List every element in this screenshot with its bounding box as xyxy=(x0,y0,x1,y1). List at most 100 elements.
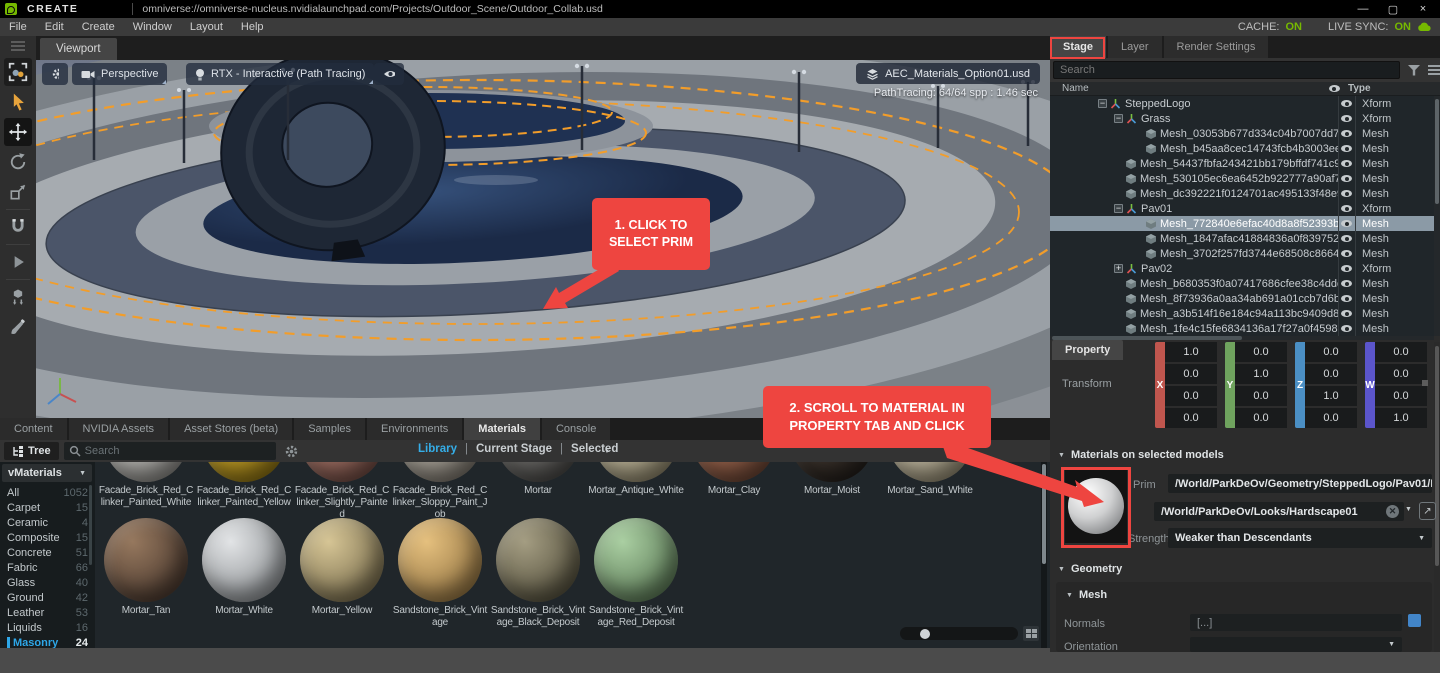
matrix-value-field[interactable]: 1.0 xyxy=(1305,386,1357,406)
camera-selector[interactable]: Perspective xyxy=(72,63,167,85)
category-item[interactable]: Ceramic 4 xyxy=(0,515,95,530)
visibility-eye-icon[interactable] xyxy=(1338,276,1354,291)
material-card[interactable]: Mortar_Clay xyxy=(685,462,783,521)
visibility-eye-icon[interactable] xyxy=(1338,216,1354,231)
category-item[interactable]: Leather 53 xyxy=(0,605,95,620)
stage-row[interactable]: Mesh_772840e6efac40d8a8f52393b1fc21 Mesh xyxy=(1050,216,1434,231)
thumbnail-size-slider[interactable] xyxy=(900,627,1018,640)
eye-icon[interactable] xyxy=(1329,85,1340,92)
expander-toggle[interactable]: − xyxy=(1114,204,1123,213)
collection-dropdown[interactable]: vMaterials ▼ xyxy=(2,464,92,482)
material-card[interactable]: Mortar xyxy=(489,462,587,521)
matrix-value-field[interactable]: 0.0 xyxy=(1305,364,1357,384)
minimize[interactable]: — xyxy=(1356,3,1370,15)
material-card[interactable]: Facade_Brick_Red_Clinker_Sloppy_Paint_Jo… xyxy=(391,462,489,521)
maximize[interactable]: ▢ xyxy=(1386,3,1400,16)
filter-funnel-icon[interactable] xyxy=(1408,65,1420,76)
stage-row[interactable]: Mesh_8f73936a0aa34ab691a01ccb7d6b4974 Me… xyxy=(1050,291,1434,306)
material-thumbnail[interactable] xyxy=(888,462,972,482)
orientation-dropdown[interactable]: ▼ xyxy=(1190,637,1402,652)
visibility-eye-icon[interactable] xyxy=(1338,186,1354,201)
stage-row[interactable]: − Pav01 Xform xyxy=(1050,201,1434,216)
move-tool[interactable] xyxy=(4,118,32,146)
visibility-eye-icon[interactable] xyxy=(1338,141,1354,156)
stage-row[interactable]: Mesh_a3b514f16e184c94a113bc9409d84755 Me… xyxy=(1050,306,1434,321)
browser-tab[interactable]: NVIDIA Assets xyxy=(69,418,169,440)
browser-tab[interactable]: Content xyxy=(0,418,67,440)
viewport-settings-button[interactable] xyxy=(42,63,68,85)
material-thumbnail[interactable] xyxy=(594,462,678,482)
paint-tool[interactable] xyxy=(4,313,32,341)
visibility-eye-icon[interactable] xyxy=(1338,231,1354,246)
gear-icon[interactable] xyxy=(284,444,299,459)
material-card[interactable]: Mortar_Antique_White xyxy=(587,462,685,521)
selection-mode-tool[interactable] xyxy=(4,58,32,86)
stage-row[interactable]: + Pav02 Xform xyxy=(1050,261,1434,276)
material-card[interactable]: Sandstone_Brick_Vintage xyxy=(391,518,489,629)
slider-knob[interactable] xyxy=(920,629,930,639)
material-card[interactable]: Sandstone_Brick_Vintage_Red_Deposit xyxy=(587,518,685,629)
stage-row[interactable]: Mesh_b45aa8cec14743fcb4b3003eea09f Mesh xyxy=(1050,141,1434,156)
material-thumbnail[interactable] xyxy=(202,462,286,482)
stage-row[interactable]: Mesh_b680353f0a07417686cfee38c4dde606 Me… xyxy=(1050,276,1434,291)
visibility-eye-icon[interactable] xyxy=(1338,246,1354,261)
expander-toggle[interactable]: − xyxy=(1098,99,1107,108)
category-item[interactable]: Ground 42 xyxy=(0,590,95,605)
matrix-value-field[interactable]: 0.0 xyxy=(1165,408,1217,428)
stage-row[interactable]: Mesh_530105ec6ea6452b922777a90af79ed Mes… xyxy=(1050,171,1434,186)
drag-handle-icon[interactable] xyxy=(11,41,25,43)
visibility-eye-icon[interactable] xyxy=(1338,96,1354,111)
stage-row[interactable]: Mesh_1847afac41884836a0f839752ba20 Mesh xyxy=(1050,231,1434,246)
category-item[interactable]: Fabric 66 xyxy=(0,560,95,575)
browser-tab[interactable]: Environments xyxy=(367,418,462,440)
stage-row[interactable]: Mesh_03053b677d334c04b7007dd7b3f51 Mesh xyxy=(1050,126,1434,141)
tab-property[interactable]: Property xyxy=(1052,340,1123,360)
matrix-reset-dot[interactable] xyxy=(1422,380,1428,386)
material-card[interactable]: Mortar_Yellow xyxy=(293,518,391,629)
source-tab[interactable]: Current Stage xyxy=(457,443,552,455)
source-tab[interactable]: Library xyxy=(418,443,457,455)
material-card[interactable]: Facade_Brick_Red_Clinker_Painted_White xyxy=(97,462,195,521)
column-name[interactable]: Name xyxy=(1050,83,1326,94)
property-scrollbar[interactable] xyxy=(1434,342,1440,652)
material-card[interactable]: Mortar_Moist xyxy=(783,462,881,521)
normals-field[interactable]: [...] xyxy=(1190,614,1402,631)
material-thumbnail[interactable] xyxy=(398,518,482,602)
materials-search-input[interactable] xyxy=(85,445,255,457)
stage-row[interactable]: − Grass Xform xyxy=(1050,111,1434,126)
goto-material-icon[interactable]: ↗ xyxy=(1419,502,1436,520)
menu-item[interactable]: Window xyxy=(124,21,181,33)
browser-tab[interactable]: Samples xyxy=(294,418,365,440)
material-thumbnail[interactable] xyxy=(104,518,188,602)
menu-item[interactable]: File xyxy=(0,21,36,33)
category-item[interactable]: Composite 15 xyxy=(0,530,95,545)
visibility-eye-icon[interactable] xyxy=(1338,261,1354,276)
stage-search-input[interactable] xyxy=(1053,61,1400,79)
stage-row[interactable]: Mesh_54437fbfa243421bb179bffdf741c920 Me… xyxy=(1050,156,1434,171)
renderer-selector[interactable]: RTX - Interactive (Path Tracing) xyxy=(186,63,374,85)
matrix-value-field[interactable]: 1.0 xyxy=(1235,364,1287,384)
category-item[interactable]: Concrete 51 xyxy=(0,545,95,560)
panel-tab[interactable]: Render Settings xyxy=(1164,36,1269,58)
prim-path-field[interactable]: /World/ParkDeOv/Geometry/SteppedLogo/Pav… xyxy=(1168,474,1432,493)
stage-row[interactable]: Mesh_dc392221f0124701ac495133f48e9050 Me… xyxy=(1050,186,1434,201)
normals-checkbox[interactable] xyxy=(1408,614,1421,627)
column-type[interactable]: Type xyxy=(1342,83,1371,94)
geometry-section-header[interactable]: ▼ Geometry xyxy=(1058,563,1122,575)
material-thumbnail[interactable] xyxy=(790,462,874,482)
material-card[interactable]: Facade_Brick_Red_Clinker_Painted_Yellow xyxy=(195,462,293,521)
clear-material-icon[interactable]: ✕ xyxy=(1386,505,1399,518)
grid-view-icon[interactable] xyxy=(1023,626,1039,641)
play-tool[interactable] xyxy=(4,248,32,276)
category-item[interactable]: All 1052 xyxy=(0,485,95,500)
materials-section-header[interactable]: ▼ Materials on selected models xyxy=(1058,449,1224,461)
authoring-layer-badge[interactable]: AEC_Materials_Option01.usd xyxy=(856,63,1040,84)
close[interactable]: × xyxy=(1416,3,1430,15)
tree-view-button[interactable]: Tree xyxy=(4,442,59,460)
material-thumbnail[interactable] xyxy=(692,462,776,482)
visibility-eye-icon[interactable] xyxy=(1338,111,1354,126)
stage-row[interactable]: − SteppedLogo Xform xyxy=(1050,96,1434,111)
grid-scrollbar[interactable] xyxy=(1041,462,1047,648)
strength-dropdown[interactable]: Weaker than Descendants ▼ xyxy=(1168,528,1432,548)
material-thumbnail[interactable] xyxy=(398,462,482,482)
